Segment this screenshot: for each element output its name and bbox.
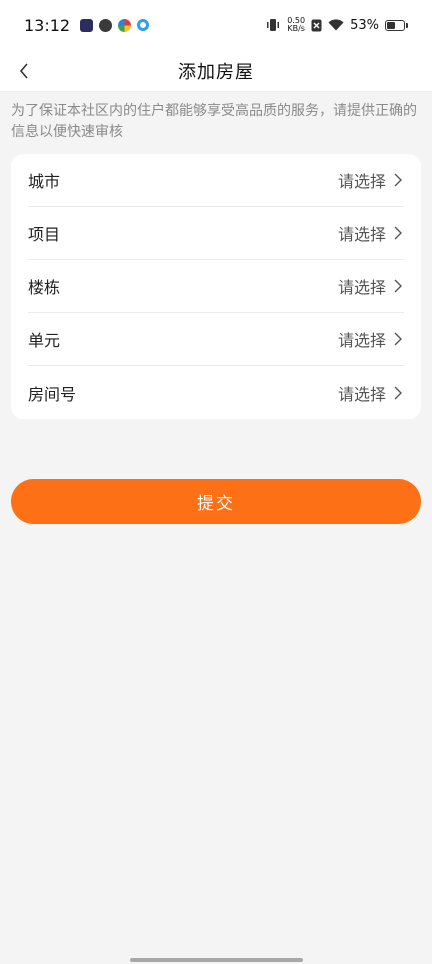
color-app-icon — [118, 18, 132, 32]
form-card: 城市 请选择 项目 请选择 楼栋 请选择 单元 请选择 房间号 请选择 — [11, 154, 421, 419]
row-label: 单元 — [28, 331, 61, 350]
chevron-right-icon — [394, 173, 402, 187]
battery-icon — [385, 19, 408, 31]
row-right: 请选择 — [338, 168, 404, 192]
status-left: 13:12 — [24, 15, 150, 35]
row-value: 请选择 — [337, 384, 386, 404]
row-label: 城市 — [28, 172, 61, 191]
battery-tip — [406, 22, 408, 28]
notice-text: 为了保证本社区内的住户都能够享受高品质的服务，请提供正确的信息以便快速审核 — [11, 103, 417, 140]
sync-app-icon — [99, 18, 113, 32]
row-value: 请选择 — [337, 225, 386, 244]
page-title: 添加房屋 — [178, 61, 254, 83]
status-right: 0.50 KB/s 53% — [265, 17, 408, 33]
wifi-icon — [328, 19, 344, 31]
row-label: 房间号 — [28, 384, 77, 404]
status-time: 13:12 — [24, 15, 71, 35]
network-speed: 0.50 KB/s — [287, 17, 305, 33]
back-button[interactable] — [12, 59, 36, 83]
chevron-right-icon — [394, 226, 402, 240]
battery-fill — [387, 21, 395, 29]
network-speed-unit: KB/s — [287, 24, 305, 33]
submit-area: 提交 — [0, 419, 432, 524]
form-row-unit[interactable]: 单元 请选择 — [28, 313, 404, 366]
battery-body — [385, 19, 405, 31]
chevron-right-icon — [394, 386, 402, 399]
browser-app-icon — [137, 19, 150, 31]
battery-percent: 53% — [350, 17, 379, 33]
row-right: 请选择 — [338, 381, 404, 405]
row-value: 请选择 — [337, 278, 386, 297]
submit-button[interactable]: 提交 — [11, 479, 421, 524]
chevron-right-icon — [394, 332, 402, 346]
form-row-city[interactable]: 城市 请选择 — [28, 154, 404, 207]
row-value: 请选择 — [337, 172, 386, 191]
row-right: 请选择 — [338, 221, 404, 245]
nav-bar: 添加房屋 — [0, 50, 432, 92]
form-row-room-number[interactable]: 房间号 请选择 — [28, 366, 404, 419]
form-row-project[interactable]: 项目 请选择 — [28, 207, 404, 260]
row-right: 请选择 — [338, 327, 404, 351]
row-label: 项目 — [28, 225, 61, 244]
vibrate-icon — [267, 19, 280, 31]
row-label: 楼栋 — [28, 278, 61, 297]
chevron-right-icon — [394, 279, 402, 293]
row-value: 请选择 — [337, 331, 386, 350]
video-app-icon — [80, 18, 94, 32]
form-row-building[interactable]: 楼栋 请选择 — [28, 260, 404, 313]
status-bar: 13:12 0.50 KB/s 53% — [0, 0, 432, 50]
row-right: 请选择 — [338, 274, 404, 298]
chevron-left-icon — [19, 63, 28, 79]
sim-disabled-icon — [311, 19, 322, 31]
home-indicator[interactable] — [130, 958, 303, 962]
